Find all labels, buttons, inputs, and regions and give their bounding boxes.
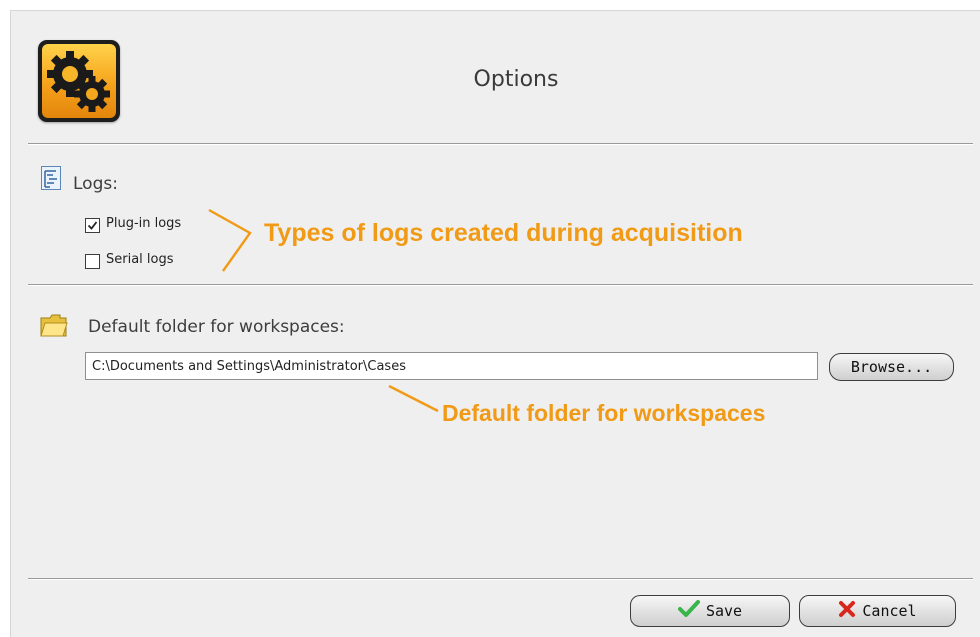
footer-divider [28, 578, 973, 580]
log-document-icon [41, 166, 61, 194]
logs-callout-chevron [208, 208, 252, 272]
serial-logs-checkbox[interactable] [85, 254, 100, 269]
cancel-x-icon [838, 600, 856, 622]
cancel-button[interactable]: Cancel [799, 595, 956, 627]
cancel-button-label: Cancel [862, 602, 917, 620]
logs-divider [28, 284, 973, 286]
save-button[interactable]: Save [630, 595, 790, 627]
workspace-folder-input[interactable] [85, 352, 818, 380]
options-dialog: Options Logs: Plug-in logs Serial logs T… [10, 10, 980, 637]
header-divider [28, 143, 973, 145]
workspace-callout-line [388, 384, 439, 413]
logs-annotation: Types of logs created during acquisition [264, 219, 743, 247]
browse-button[interactable]: Browse... [829, 353, 954, 381]
serial-logs-label: Serial logs [106, 252, 174, 267]
checkmark-icon [677, 600, 700, 622]
logs-section-label: Logs: [73, 174, 118, 194]
browse-button-label: Browse... [850, 358, 933, 376]
workspace-annotation: Default folder for workspaces [442, 400, 766, 426]
plugin-logs-checkbox[interactable] [85, 218, 100, 233]
folder-icon [40, 314, 68, 342]
save-button-label: Save [705, 602, 743, 620]
dialog-title: Options [473, 67, 559, 92]
workspace-section-label: Default folder for workspaces: [88, 317, 345, 337]
plugin-logs-label: Plug-in logs [106, 216, 182, 231]
